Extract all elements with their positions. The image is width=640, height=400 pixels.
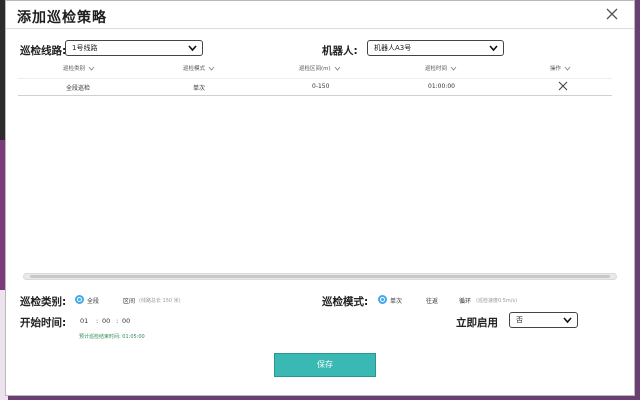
robot-label: 机器人: <box>322 45 358 57</box>
column-header-label: 巡检类别 <box>63 66 86 72</box>
table-header-divider <box>18 78 612 79</box>
column-header-label: 操作 <box>550 66 562 72</box>
sort-chevron-icon <box>334 66 341 71</box>
cell-category: 全段巡检 <box>66 85 91 92</box>
sort-chevron-icon <box>564 66 571 71</box>
column-header-time[interactable]: 巡检时间 <box>425 64 457 72</box>
option-category-full: 全段 <box>87 298 100 305</box>
time-separator: : <box>96 317 99 325</box>
dialog-title: 添加巡检策略 <box>17 10 107 26</box>
category-label: 巡检类别: <box>20 296 67 308</box>
start-time-label: 开始时间: <box>20 317 67 329</box>
robot-select[interactable]: 机器人A3号 <box>367 40 504 56</box>
route-select[interactable]: 1号线路 <box>65 40 203 56</box>
mode-loop-hint: (巡检速度0.5m/s) <box>476 298 518 304</box>
sort-chevron-icon <box>450 66 457 71</box>
route-select-value: 1号线路 <box>72 44 98 52</box>
option-mode-single: 单次 <box>390 298 403 305</box>
table-horizontal-scrollbar[interactable] <box>23 273 617 280</box>
option-category-section[interactable]: 区间 <box>123 296 135 305</box>
start-time-minute[interactable]: 00 <box>102 317 110 325</box>
save-button[interactable]: 保存 <box>274 353 376 377</box>
robot-select-value: 机器人A3号 <box>374 44 412 52</box>
close-icon[interactable] <box>604 6 620 22</box>
column-header-label: 巡检区间(m) <box>299 66 331 72</box>
estimated-end-time: 预计巡检结束时间: 01:05:00 <box>79 334 145 340</box>
cell-time: 01:00:00 <box>428 83 455 90</box>
table-row-divider <box>18 95 612 96</box>
time-separator: : <box>116 317 119 325</box>
column-header-label: 巡检时间 <box>425 66 448 72</box>
cell-interval: 0-150 <box>312 83 330 90</box>
column-header-category[interactable]: 巡检类别 <box>63 64 95 72</box>
option-mode-loop[interactable]: 循环 <box>459 296 471 305</box>
enable-now-value: 否 <box>516 316 523 324</box>
route-label: 巡检线路: <box>20 45 67 57</box>
enable-now-select[interactable]: 否 <box>509 312 578 328</box>
column-header-label: 巡检模式 <box>183 66 206 72</box>
mode-label: 巡检模式: <box>322 296 369 308</box>
category-section-hint: (线路总长 150 米) <box>139 298 181 304</box>
chevron-down-icon <box>489 45 498 52</box>
column-header-actions[interactable]: 操作 <box>550 64 571 72</box>
chevron-down-icon <box>188 45 197 52</box>
sort-chevron-icon <box>88 66 95 71</box>
column-header-mode[interactable]: 巡检模式 <box>183 64 215 72</box>
add-patrol-strategy-dialog: 添加巡检策略 巡检线路: 1号线路 机器人: 机器人A3号 巡检类别 巡检模式 … <box>5 0 635 396</box>
option-mode-round-trip[interactable]: 往返 <box>426 296 438 305</box>
radio-mode-single[interactable] <box>378 295 387 304</box>
title-divider <box>6 28 634 29</box>
enable-now-label: 立即启用 <box>456 317 498 329</box>
start-time-hour[interactable]: 01 <box>80 317 88 325</box>
cell-mode: 单次 <box>193 85 206 92</box>
strategy-table-header: 巡检类别 巡检模式 巡检区间(m) 巡检时间 操作 <box>18 64 612 76</box>
column-header-interval[interactable]: 巡检区间(m) <box>299 64 341 72</box>
radio-category-full[interactable] <box>75 295 84 304</box>
chevron-down-icon <box>563 317 572 324</box>
scrollbar-thumb[interactable] <box>30 275 610 278</box>
delete-icon[interactable] <box>558 81 568 91</box>
start-time-second[interactable]: 00 <box>122 317 130 325</box>
sort-chevron-icon <box>208 66 215 71</box>
